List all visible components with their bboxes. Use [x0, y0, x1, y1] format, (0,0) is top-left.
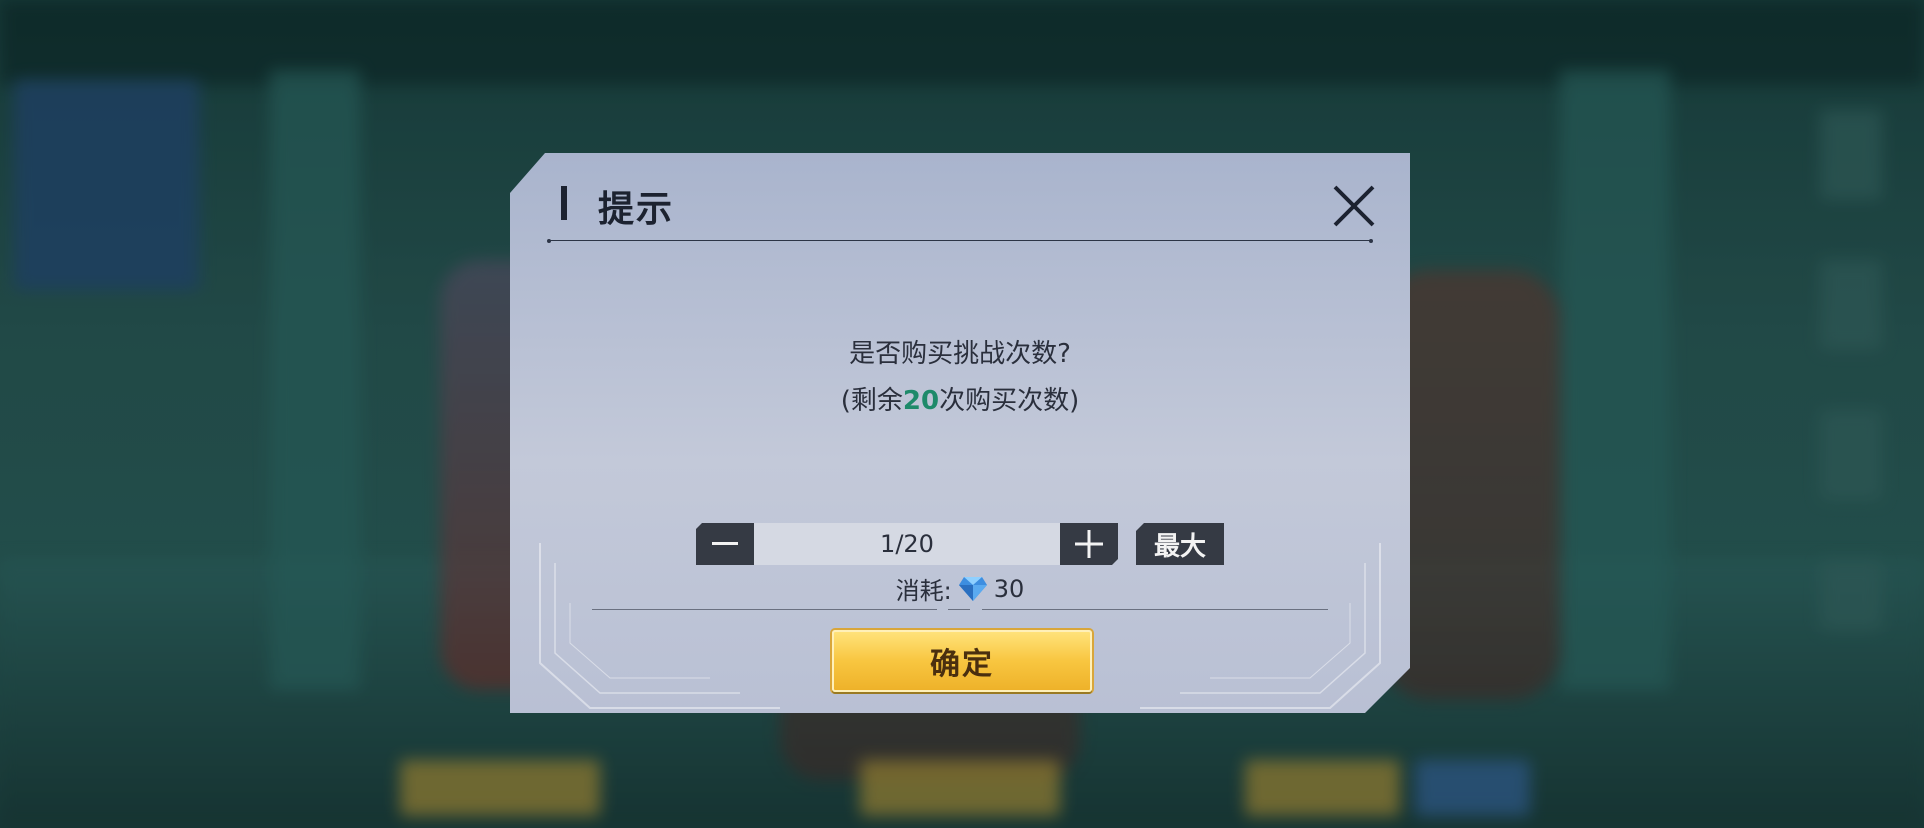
cost-value: 30 — [993, 574, 1025, 603]
purchase-question: 是否购买挑战次数? — [849, 339, 1071, 369]
diamond-icon — [958, 576, 987, 601]
title-bar-mark — [561, 186, 567, 220]
remaining-count: 20 — [902, 386, 940, 416]
purchase-dialog: 提示 是否购买挑战次数? (剩余20次购买次数) 1/20 最大 消耗: 30 … — [510, 153, 1410, 713]
close-button[interactable] — [1331, 183, 1377, 229]
quantity-display: 1/20 — [754, 523, 1060, 565]
title-divider — [547, 238, 1373, 243]
dialog-title: 提示 — [598, 189, 675, 230]
divider-mid — [948, 609, 970, 610]
circuit-decoration-left — [539, 543, 780, 709]
remaining-suffix: 次购买次数) — [939, 386, 1080, 416]
circuit-decoration-right — [1140, 543, 1381, 709]
close-icon — [1333, 185, 1375, 227]
remaining-purchases-text: (剩余20次购买次数) — [510, 380, 1410, 417]
confirm-button[interactable]: 确定 — [832, 630, 1092, 692]
remaining-prefix: (剩余 — [840, 386, 903, 416]
plus-icon — [1075, 530, 1103, 558]
cost-label: 消耗: — [895, 577, 952, 605]
increase-button[interactable] — [1060, 523, 1118, 565]
